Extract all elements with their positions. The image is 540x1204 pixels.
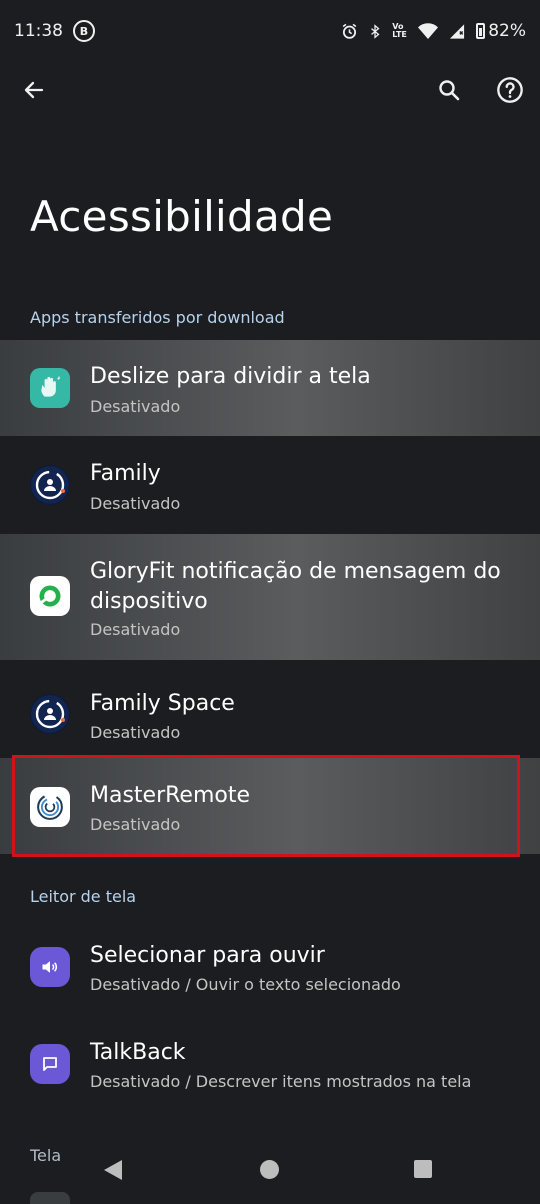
item-title: TalkBack [90,1040,186,1065]
family-icon [31,466,69,504]
item-subtitle: Desativado / Descrever itens mostrados n… [90,1072,472,1091]
nav-recents-button[interactable] [414,1160,432,1178]
app-bar [0,62,540,116]
item-title: Deslize para dividir a tela [90,364,371,389]
masterremote-app-icon [30,787,70,827]
wifi-icon [418,22,439,39]
hand-icon [41,376,61,397]
search-icon [439,80,460,101]
family-icon [31,695,69,733]
list-item-select-to-speak[interactable]: Selecionar para ouvir Desativado / Ouvir… [0,919,540,1015]
talkback-app-icon [30,1044,70,1084]
section-header-screen-reader: Leitor de tela [30,887,137,906]
gloryfit-app-icon [30,576,70,616]
status-bar: 11:38 B Vo LTE 82% [0,0,540,62]
item-title: Family [90,461,161,486]
item-subtitle: Desativado [90,620,181,639]
list-item-masterremote[interactable]: MasterRemote Desativado [0,758,540,854]
alarm-icon [342,23,357,39]
item-subtitle: Desativado [90,723,181,742]
help-button[interactable] [488,68,532,112]
list-item-gloryfit[interactable]: GloryFit notificação de mensagem do disp… [0,534,540,660]
item-subtitle: Desativado [90,494,181,513]
help-icon [497,77,523,103]
section-header-downloaded: Apps transferidos por download [30,308,285,327]
search-button[interactable] [427,68,471,112]
select-to-speak-app-icon [30,947,70,987]
notification-b-icon: B [73,20,95,42]
family-app-icon [30,465,70,505]
list-item-split-screen[interactable]: Deslize para dividir a tela Desativado [0,340,540,436]
page-title: Acessibilidade [30,192,334,241]
item-title: Selecionar para ouvir [90,943,325,968]
item-title: Family Space [90,691,235,716]
battery-indicator: 82% [476,21,526,41]
item-subtitle: Desativado [90,815,181,834]
speech-bubble-icon [43,1057,57,1071]
list-item-family-space[interactable]: Family Space Desativado [0,661,540,757]
item-title: MasterRemote [90,783,251,808]
status-time: 11:38 [14,21,63,41]
list-item-family[interactable]: Family Desativado [0,437,540,533]
split-screen-app-icon [30,368,70,408]
arrow-back-icon [24,81,44,99]
nav-home-button[interactable] [260,1160,279,1179]
speaker-icon [42,961,58,973]
back-button[interactable] [12,68,56,112]
bluetooth-icon [371,23,380,39]
masterremote-icon [37,794,63,820]
gloryfit-icon [39,585,61,607]
volte-icon: Vo LTE [392,22,407,39]
item-subtitle: Desativado [90,397,181,416]
family-space-app-icon [30,694,70,734]
nav-back-button[interactable] [104,1160,122,1180]
signal-icon [450,23,465,39]
battery-percent: 82% [488,21,526,41]
battery-icon [476,23,486,39]
item-subtitle: Desativado / Ouvir o texto selecionado [90,975,401,994]
list-item-talkback[interactable]: TalkBack Desativado / Descrever itens mo… [0,1016,540,1112]
item-title: GloryFit notificação de mensagem do disp… [90,559,501,614]
